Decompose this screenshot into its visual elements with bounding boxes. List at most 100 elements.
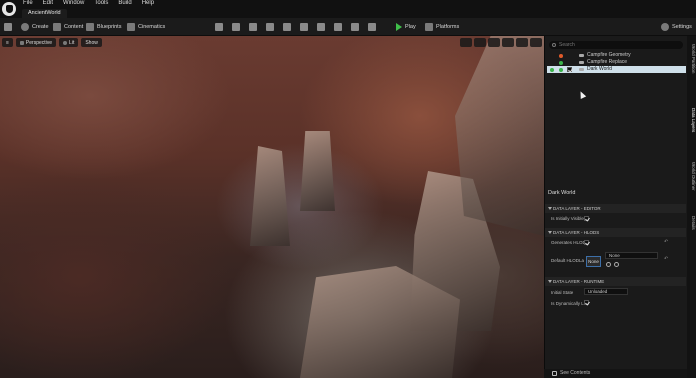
create-icon [21,23,29,31]
play-icon [396,23,402,31]
perspective-button[interactable]: Perspective [15,38,57,47]
fracture-mode-icon[interactable] [300,23,308,31]
rotate-tool-icon[interactable] [368,23,376,31]
eye-icon[interactable] [550,67,554,72]
menu-build[interactable]: Build [118,0,131,7]
menu-help[interactable]: Help [142,0,154,7]
tab-data-layers[interactable]: Data Layers [687,108,696,132]
perspective-icon [19,40,24,45]
brush-edit-icon[interactable] [317,23,325,31]
gear-icon [661,23,669,31]
side-tabs: World Partition Data Layers World Outlin… [687,36,696,378]
angle-snap-icon[interactable] [516,38,528,47]
level-viewport[interactable]: ≡ Perspective Lit Show [0,36,544,378]
viewport-tools [460,38,542,47]
ruins-arch [300,131,335,211]
modeling-mode-icon[interactable] [283,23,291,31]
play-button[interactable]: Play [396,21,416,33]
show-button[interactable]: Show [81,38,102,47]
foliage-mode-icon[interactable] [249,23,257,31]
platforms-button[interactable]: Platforms [425,21,459,33]
ruins-pillar [250,146,290,246]
section-hlods[interactable]: DATA LAYER - HLODS [545,228,686,237]
platforms-icon [425,23,433,31]
cinematics-icon [127,23,135,31]
browse-icon[interactable] [614,262,619,267]
search-placeholder: Search [559,42,575,48]
see-contents-button[interactable]: See Contents [544,369,696,378]
visibility-icon[interactable] [559,67,563,72]
content-button[interactable]: Content [53,21,83,33]
data-layer-row-selected[interactable]: Dark World [547,66,686,73]
grid-snap-icon[interactable] [502,38,514,47]
settings-label: Settings [672,24,692,30]
create-label: Create [32,24,49,30]
is-dynamically-loaded-checkbox[interactable] [584,300,589,305]
data-layer-row[interactable]: Campfire Replace [547,59,686,66]
reset-arrow-icon[interactable]: ↶ [664,256,669,262]
section-runtime[interactable]: DATA LAYER - RUNTIME [545,277,686,286]
menu-window[interactable]: Window [63,0,84,7]
mesh-paint-icon[interactable] [266,23,274,31]
main-toolbar: Create Content Blueprints Cinematics Pla… [0,18,696,36]
data-layer-icon [579,61,584,64]
level-tab[interactable]: AncientWorld [22,9,67,18]
visibility-icon[interactable] [559,60,563,65]
default-hlod-dropdown[interactable]: None [605,252,658,259]
viewport-menu-button[interactable]: ≡ [2,38,13,47]
unreal-logo-icon [2,2,16,16]
content-label: Content [64,24,84,30]
tab-world-partition[interactable]: World Partition [687,44,696,73]
menu-tools[interactable]: Tools [94,0,108,7]
lit-button[interactable]: Lit [59,38,79,47]
generates-hlod-checkbox[interactable] [584,240,589,245]
search-icon [552,43,556,47]
data-layer-icon [579,54,584,57]
camera-speed-icon[interactable] [530,38,542,47]
data-layer-row[interactable]: Campfire Geometry [547,52,686,59]
create-button[interactable]: Create [21,21,49,33]
save-icon[interactable] [4,23,12,31]
scale-gizmo-icon[interactable] [488,38,500,47]
blueprints-button[interactable]: Blueprints [86,21,121,33]
cinematics-button[interactable]: Cinematics [127,21,165,33]
menu-edit[interactable]: Edit [43,0,53,7]
reset-arrow-icon[interactable]: ↶ [664,239,669,245]
lit-icon [63,40,68,45]
settings-button[interactable]: Settings [661,21,692,33]
play-label: Play [405,24,416,30]
initially-visible-checkbox[interactable] [584,216,589,221]
prop-is-dynamically-label: Is Dynamically L [551,301,584,306]
visibility-icon[interactable] [559,53,563,58]
main-menu: File Edit Window Tools Build Help [23,0,154,7]
move-gizmo-icon[interactable] [460,38,472,47]
prop-default-hlod-label: Default HLODLa [551,258,585,263]
viewport-toolbar: ≡ Perspective Lit Show [2,38,102,47]
cinematics-label: Cinematics [138,24,166,30]
rotate-gizmo-icon[interactable] [474,38,486,47]
right-cliff [455,36,544,236]
data-layer-icon [579,68,584,71]
contents-icon [552,371,557,376]
section-editor[interactable]: DATA LAYER - EDITOR [545,204,686,213]
menu-bar: File Edit Window Tools Build Help Ancien… [0,0,696,18]
use-selected-icon[interactable] [606,262,611,267]
select-mode-icon[interactable] [215,23,223,31]
tab-details[interactable]: Details [687,216,696,230]
move-tool-icon[interactable] [351,23,359,31]
animation-mode-icon[interactable] [334,23,342,31]
prop-initial-state-label: Initial State [551,290,574,295]
platforms-label: Platforms [436,24,460,30]
content-icon [53,23,61,31]
landscape-mode-icon[interactable] [232,23,240,31]
prop-generates-hlod-label: Generates HLOD [551,240,586,245]
hlod-thumbnail[interactable]: None [586,256,601,267]
details-title: Dark World [548,190,576,196]
search-input[interactable]: Search [549,41,683,49]
blueprints-label: Blueprints [97,24,122,30]
initial-state-dropdown[interactable]: Unloaded [584,288,628,295]
prop-initially-visible-label: Is Initially Visible [551,216,584,221]
tab-world-outliner[interactable]: World Outliner [687,162,696,191]
menu-file[interactable]: File [23,0,33,7]
loaded-checkbox[interactable] [567,67,572,72]
